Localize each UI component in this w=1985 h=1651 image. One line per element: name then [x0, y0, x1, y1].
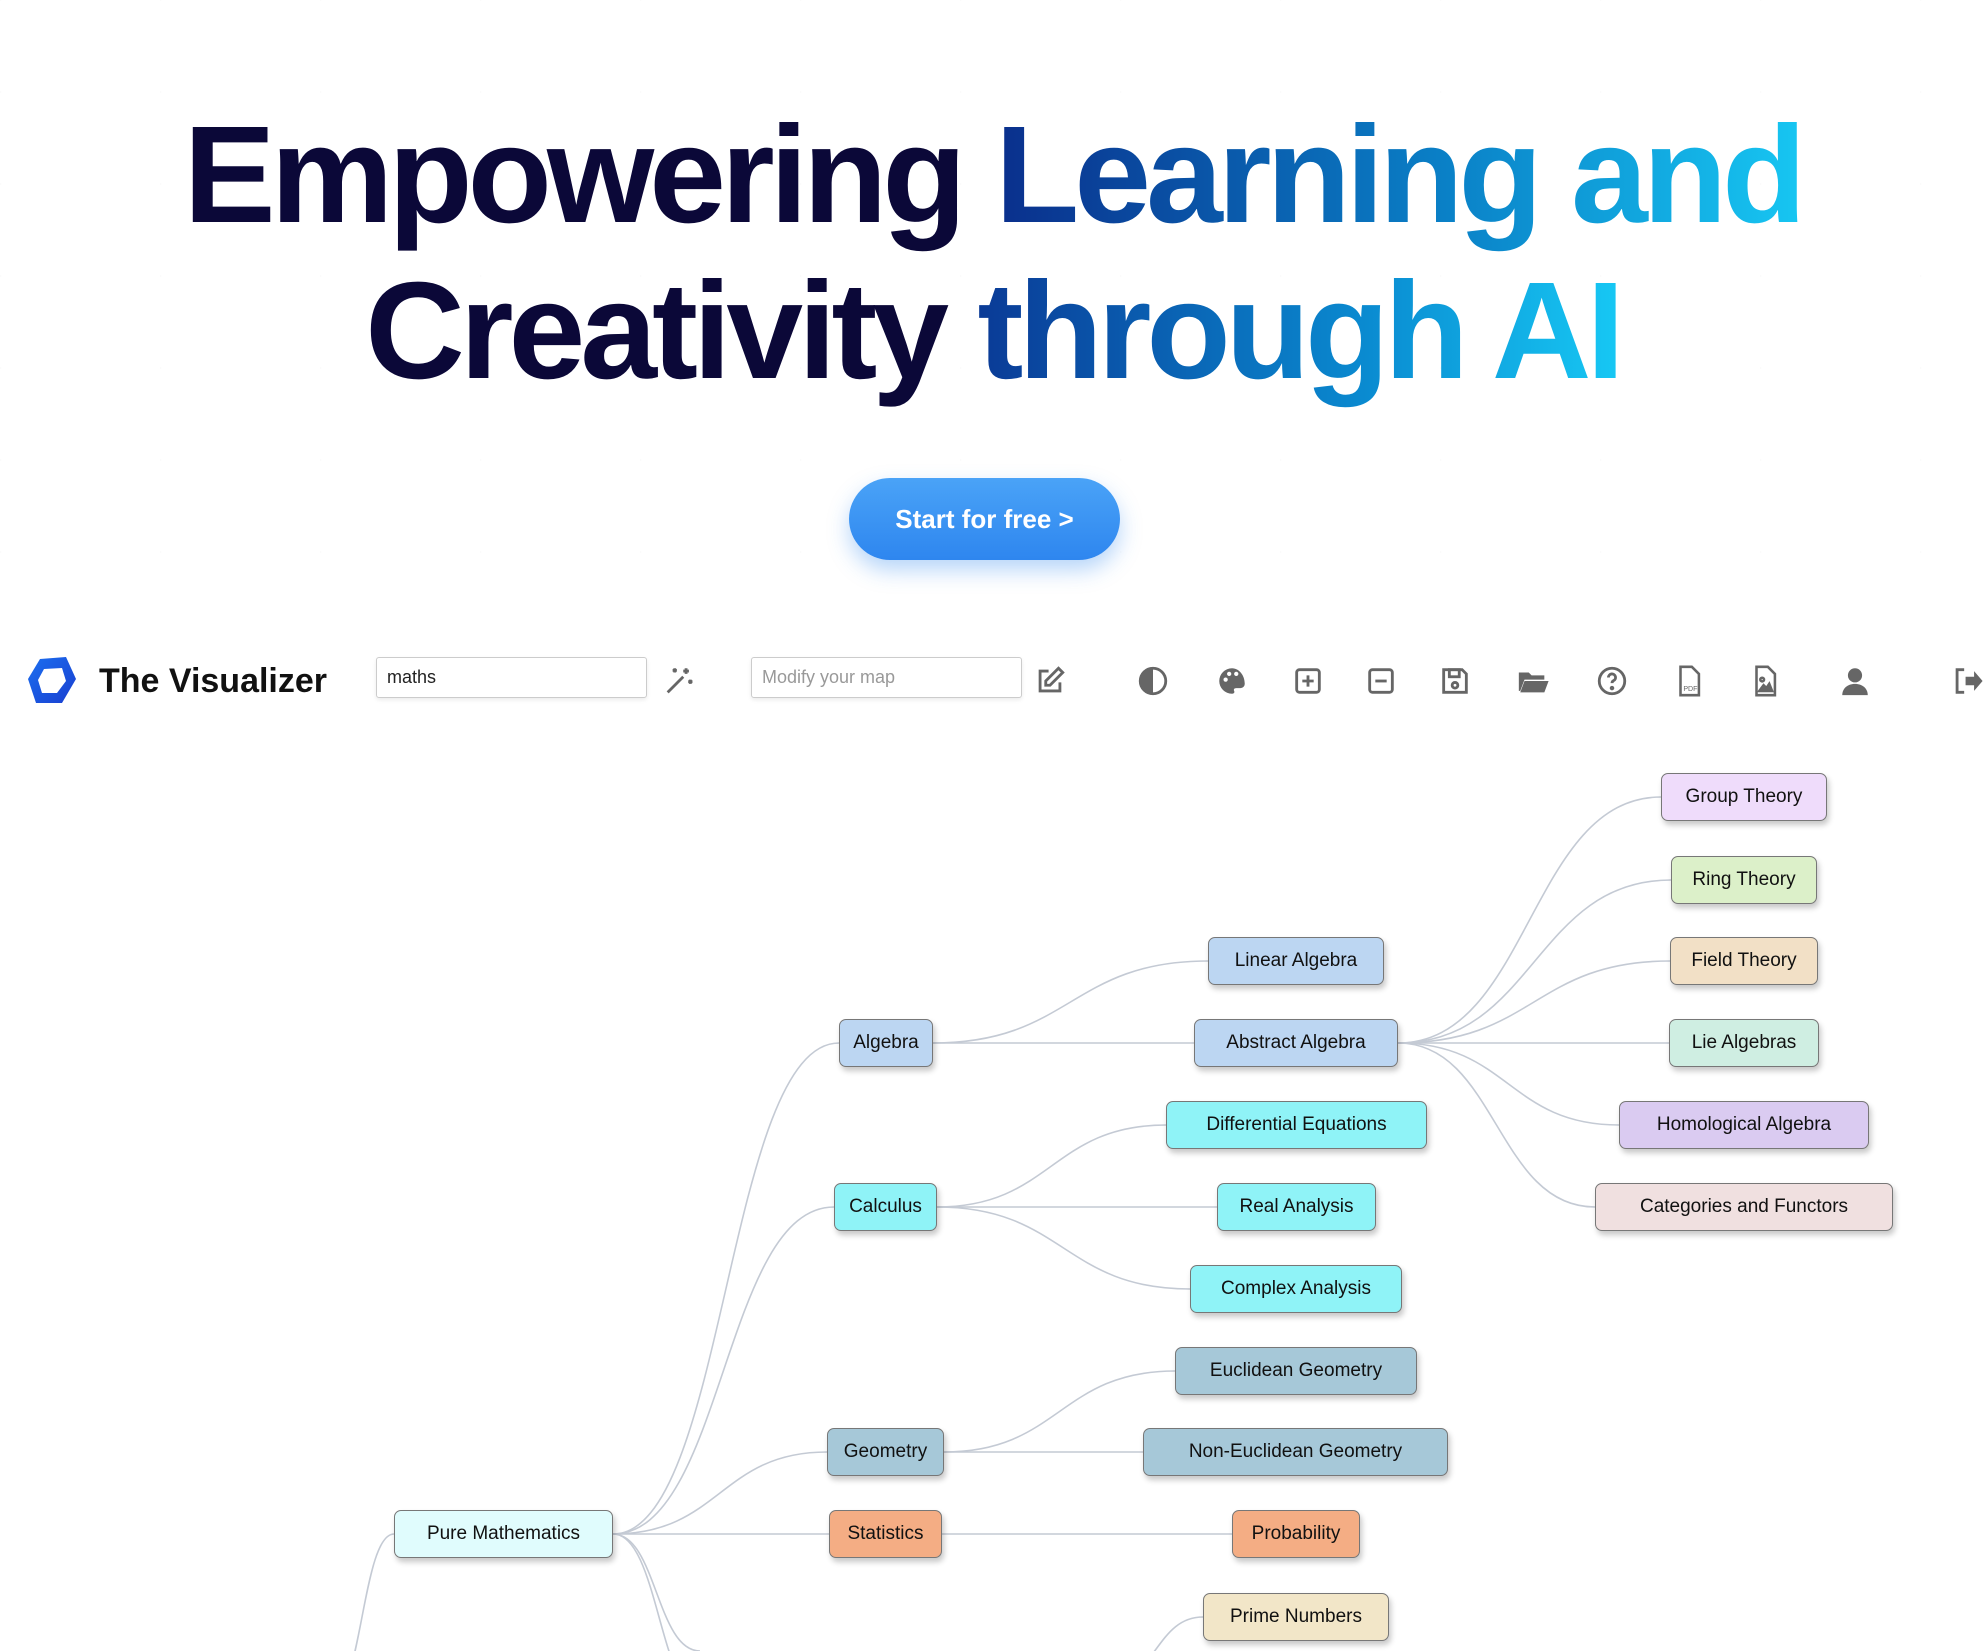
mindmap-node[interactable]: Statistics	[829, 1510, 942, 1558]
mindmap-node[interactable]: Categories and Functors	[1595, 1183, 1893, 1231]
mindmap-edge	[612, 1042, 840, 1535]
mindmap-edge	[943, 1370, 1176, 1453]
mindmap-edge	[936, 1124, 1167, 1208]
mindmap-edge	[612, 1451, 828, 1535]
mindmap-node[interactable]: Prime Numbers	[1203, 1593, 1389, 1641]
mindmap-edge	[1397, 1042, 1620, 1126]
mindmap-node[interactable]: Pure Mathematics	[394, 1510, 613, 1558]
mindmap-node[interactable]: Complex Analysis	[1190, 1265, 1402, 1313]
mindmap-node[interactable]: Calculus	[834, 1183, 937, 1231]
mindmap-node[interactable]: Homological Algebra	[1619, 1101, 1869, 1149]
mindmap-edge	[1397, 960, 1671, 1044]
mindmap-node[interactable]: Real Analysis	[1217, 1183, 1376, 1231]
mindmap-node[interactable]: Non-Euclidean Geometry	[1143, 1428, 1448, 1476]
mindmap-node[interactable]: Linear Algebra	[1208, 937, 1384, 985]
mindmap-node[interactable]: Probability	[1232, 1510, 1360, 1558]
mindmap-node[interactable]: Differential Equations	[1166, 1101, 1427, 1149]
mindmap-edge	[932, 960, 1209, 1044]
mindmap-node[interactable]: Abstract Algebra	[1194, 1019, 1398, 1067]
mindmap-edge	[1397, 1042, 1596, 1208]
mindmap-node[interactable]: Euclidean Geometry	[1175, 1347, 1417, 1395]
mindmap-node[interactable]: Geometry	[827, 1428, 944, 1476]
mindmap-edges	[354, 796, 1672, 1651]
mindmap-edge	[612, 1533, 670, 1651]
mindmap-edge	[1153, 1616, 1204, 1651]
mindmap-edge	[1397, 879, 1672, 1044]
mindmap-node[interactable]: Ring Theory	[1671, 856, 1817, 904]
mindmap-node[interactable]: Group Theory	[1661, 773, 1827, 821]
mindmap-edge	[1397, 796, 1662, 1044]
mindmap-edge	[354, 1533, 395, 1651]
mindmap-edge	[936, 1206, 1191, 1290]
mindmap-edge	[612, 1533, 701, 1651]
mindmap-node[interactable]: Lie Algebras	[1669, 1019, 1819, 1067]
mindmap-node[interactable]: Field Theory	[1670, 937, 1818, 985]
mindmap-edge	[612, 1206, 835, 1535]
mindmap-node[interactable]: Algebra	[839, 1019, 933, 1067]
